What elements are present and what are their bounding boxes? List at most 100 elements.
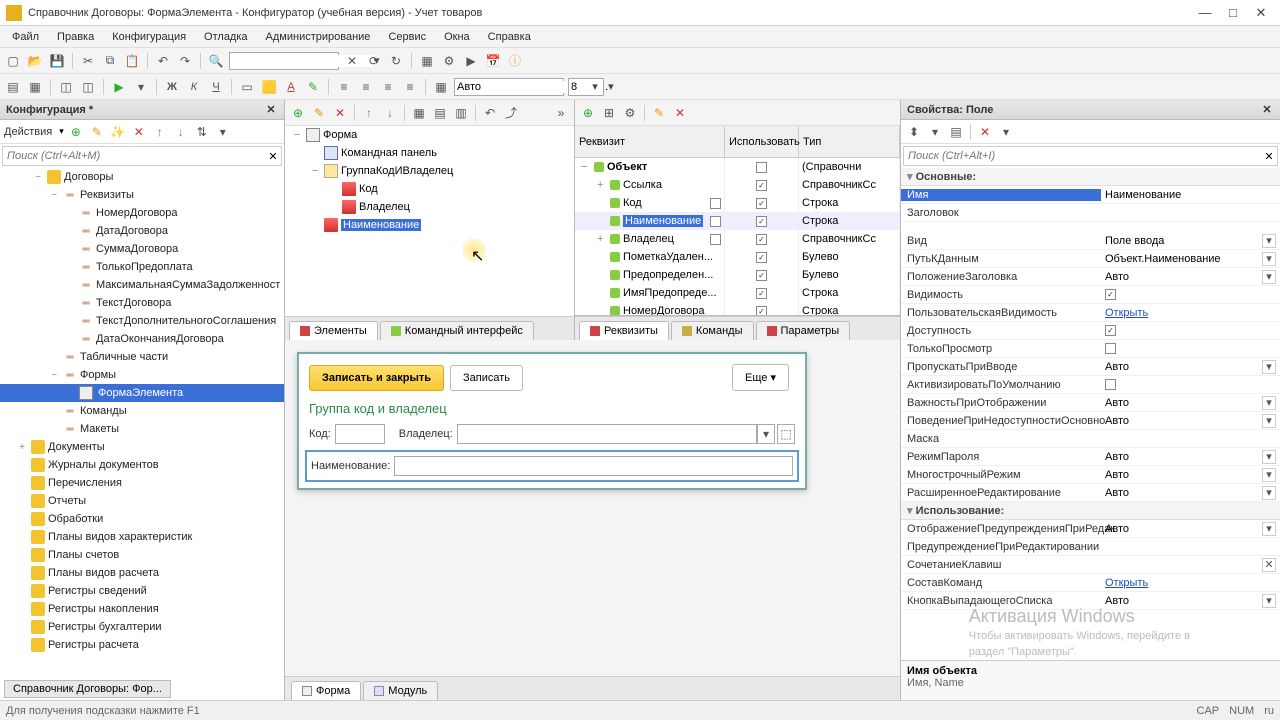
cfg-node[interactable]: ═ТолькоПредоплата: [0, 258, 284, 276]
hilite-icon[interactable]: ✎: [304, 78, 322, 96]
reqcol-use[interactable]: Использовать: [725, 126, 799, 157]
up-icon[interactable]: ↑: [151, 123, 169, 141]
menu-Конфигурация[interactable]: Конфигурация: [104, 29, 194, 45]
cfg-node[interactable]: ═ДатаДоговора: [0, 222, 284, 240]
cfg-node[interactable]: ═Команды: [0, 402, 284, 420]
cfg-icon[interactable]: ⚙: [440, 52, 458, 70]
tool-c[interactable]: ◫: [57, 78, 75, 96]
bold-icon[interactable]: Ж: [163, 78, 181, 96]
prop-row[interactable]: Доступность✓: [901, 322, 1280, 340]
maximize-button[interactable]: □: [1226, 5, 1240, 21]
debug-icon[interactable]: ▶: [462, 52, 480, 70]
cfg-node[interactable]: ═СуммаДоговора: [0, 240, 284, 258]
cfg-node[interactable]: ═ТекстДополнительногоСоглашения: [0, 312, 284, 330]
menu-Файл[interactable]: Файл: [4, 29, 47, 45]
props-sort-icon[interactable]: ⬍: [905, 123, 923, 141]
config-search-input[interactable]: [3, 150, 265, 162]
prop-row[interactable]: МногострочныйРежимАвто▾: [901, 466, 1280, 484]
search-combo[interactable]: ▾: [229, 52, 339, 70]
req-row[interactable]: Наименование✓Строка: [575, 212, 900, 230]
ft-down-icon[interactable]: ↓: [381, 104, 399, 122]
fill-icon[interactable]: 🟨: [260, 78, 278, 96]
new-icon[interactable]: ▢: [4, 52, 22, 70]
props-dd-icon[interactable]: ▾: [997, 123, 1015, 141]
align-l-icon[interactable]: ≡: [335, 78, 353, 96]
prop-row[interactable]: ИмяНаименование: [901, 186, 1280, 204]
req-row[interactable]: НомерДоговора✓Строка: [575, 302, 900, 316]
underline-icon[interactable]: Ч: [207, 78, 225, 96]
prop-row[interactable]: Видимость✓: [901, 286, 1280, 304]
down-icon[interactable]: ↓: [172, 123, 190, 141]
paste-icon[interactable]: 📋: [123, 52, 141, 70]
prop-group[interactable]: Основные:: [901, 168, 1280, 186]
rq-addcol-icon[interactable]: ⊞: [600, 104, 618, 122]
form-node[interactable]: Владелец: [285, 198, 574, 216]
tab-params[interactable]: Параметры: [756, 321, 851, 340]
ft-add-icon[interactable]: ⊕: [289, 104, 307, 122]
tab-elements[interactable]: Элементы: [289, 321, 378, 340]
wand-icon[interactable]: ✨: [109, 123, 127, 141]
menu-Администрирование[interactable]: Администрирование: [258, 29, 379, 45]
req-row[interactable]: ИмяПредопреде...✓Строка: [575, 284, 900, 302]
name-input[interactable]: [394, 456, 793, 476]
tool-a[interactable]: ▤: [4, 78, 22, 96]
req-row[interactable]: Предопределен...✓Булево: [575, 266, 900, 284]
prop-row[interactable]: ПредупреждениеПриРедактировании: [901, 538, 1280, 556]
ft-g3-icon[interactable]: ▥: [452, 104, 470, 122]
config-close-icon[interactable]: ✕: [264, 103, 278, 117]
align-c-icon[interactable]: ≡: [357, 78, 375, 96]
menu-Отладка[interactable]: Отладка: [196, 29, 255, 45]
cfg-node[interactable]: Регистры бухгалтерии: [0, 618, 284, 636]
props-cat-icon[interactable]: ▤: [947, 123, 965, 141]
cfg-node[interactable]: ═Макеты: [0, 420, 284, 438]
cfg-node[interactable]: ═Табличные части: [0, 348, 284, 366]
cfg-node[interactable]: +Документы: [0, 438, 284, 456]
cfg-node[interactable]: Регистры расчета: [0, 636, 284, 654]
del-icon[interactable]: ✕: [130, 123, 148, 141]
rq-edit-icon[interactable]: ✎: [650, 104, 668, 122]
refresh-icon[interactable]: ⟳: [365, 52, 383, 70]
owner-input[interactable]: [457, 424, 757, 444]
cut-icon[interactable]: ✂: [79, 52, 97, 70]
prop-row[interactable]: ПутьКДаннымОбъект.Наименование▾: [901, 250, 1280, 268]
save-icon[interactable]: 💾: [48, 52, 66, 70]
sort-icon[interactable]: ⇅: [193, 123, 211, 141]
cfg-node[interactable]: Планы счетов: [0, 546, 284, 564]
align-j-icon[interactable]: ≡: [401, 78, 419, 96]
ft-g1-icon[interactable]: ▦: [410, 104, 428, 122]
prop-row[interactable]: ПоведениеПриНедоступностиОсновноАвто▾: [901, 412, 1280, 430]
prop-row[interactable]: Маска: [901, 430, 1280, 448]
props-x-icon[interactable]: ✕: [976, 123, 994, 141]
undo-icon[interactable]: ↶: [154, 52, 172, 70]
prop-row[interactable]: ПоложениеЗаголовкаАвто▾: [901, 268, 1280, 286]
actions-label[interactable]: Действия: [4, 126, 52, 138]
cfg-node[interactable]: ═ТекстДоговора: [0, 294, 284, 312]
prop-row[interactable]: ОтображениеПредупрежденияПриРедакАвто▾: [901, 520, 1280, 538]
ft-edit-icon[interactable]: ✎: [310, 104, 328, 122]
prop-row[interactable]: ВажностьПриОтображенииАвто▾: [901, 394, 1280, 412]
props-search-clear[interactable]: ✕: [1261, 150, 1277, 163]
cfg-node[interactable]: ═ДатаОкончанияДоговора: [0, 330, 284, 348]
more-button[interactable]: Еще ▾: [732, 364, 789, 391]
prop-group[interactable]: Использование:: [901, 502, 1280, 520]
border-icon[interactable]: ▭: [238, 78, 256, 96]
prop-row[interactable]: СочетаниеКлавиш✕: [901, 556, 1280, 574]
save-close-button[interactable]: Записать и закрыть: [309, 365, 444, 391]
grid-icon[interactable]: ▦: [432, 78, 450, 96]
req-row[interactable]: +Ссылка✓СправочникСс: [575, 176, 900, 194]
open-icon[interactable]: 📂: [26, 52, 44, 70]
rq-add-icon[interactable]: ⊕: [579, 104, 597, 122]
cfg-node[interactable]: Планы видов расчета: [0, 564, 284, 582]
cfg-node[interactable]: Планы видов характеристик: [0, 528, 284, 546]
cfg-node[interactable]: ФормаЭлемента: [0, 384, 284, 402]
ft-undo-icon[interactable]: ↶: [481, 104, 499, 122]
prop-row[interactable]: Заголовок: [901, 204, 1280, 222]
font-combo[interactable]: ...▾: [454, 78, 564, 96]
menu-Сервис[interactable]: Сервис: [380, 29, 434, 45]
italic-icon[interactable]: К: [185, 78, 203, 96]
size-combo[interactable]: ▾: [568, 78, 604, 96]
rq-del-icon[interactable]: ✕: [671, 104, 689, 122]
req-row[interactable]: ПометкаУдален...✓Булево: [575, 248, 900, 266]
props-search-input[interactable]: [904, 150, 1261, 162]
cfg-node[interactable]: Перечисления: [0, 474, 284, 492]
